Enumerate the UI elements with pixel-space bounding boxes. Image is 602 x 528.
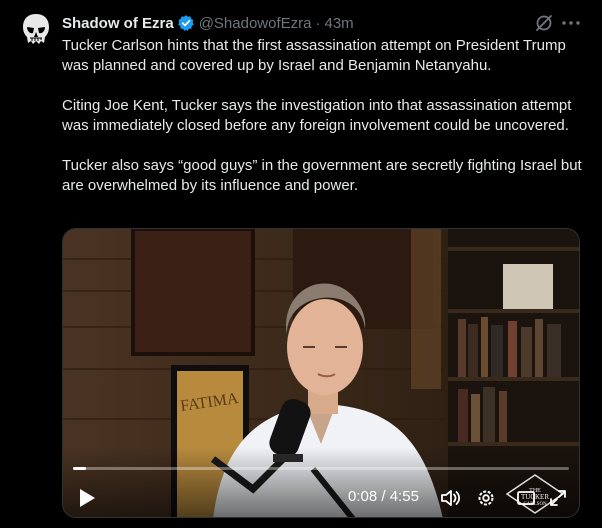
volume-icon[interactable] bbox=[439, 487, 461, 509]
video-time: 0:08 / 4:55 bbox=[348, 488, 419, 505]
author-name[interactable]: Shadow of Ezra bbox=[62, 15, 174, 32]
play-icon[interactable] bbox=[77, 487, 97, 509]
duration: 4:55 bbox=[389, 488, 419, 505]
author-handle[interactable]: @ShadowofEzra bbox=[199, 15, 312, 32]
more-icon[interactable] bbox=[560, 12, 582, 34]
separator: · bbox=[315, 14, 321, 32]
timestamp[interactable]: 43m bbox=[324, 15, 353, 32]
pip-icon[interactable] bbox=[515, 487, 537, 509]
fullscreen-icon[interactable] bbox=[547, 487, 569, 509]
current-time: 0:08 bbox=[348, 488, 378, 505]
video-player[interactable]: FATIMA 0:08 / 4:55 THE TUCKER CARLSON bbox=[62, 228, 580, 518]
progress-bar[interactable] bbox=[73, 467, 569, 470]
verified-badge-icon bbox=[177, 14, 195, 32]
tweet[interactable]: Shadow of Ezra @ShadowofEzra · 43m Tucke… bbox=[0, 0, 602, 528]
video-controls-overlay bbox=[63, 447, 579, 517]
tweet-paragraph-2: Citing Joe Kent, Tucker says the investi… bbox=[62, 97, 572, 134]
avatar[interactable] bbox=[16, 10, 56, 50]
tweet-paragraph-3: Tucker also says “good guys” in the gove… bbox=[62, 157, 582, 194]
time-separator: / bbox=[381, 488, 386, 505]
skull-avatar-icon bbox=[23, 14, 49, 44]
progress-fill bbox=[73, 467, 87, 470]
settings-icon[interactable] bbox=[475, 487, 497, 509]
grok-icon[interactable] bbox=[534, 13, 554, 33]
tweet-text: Tucker Carlson hints that the first assa… bbox=[62, 36, 582, 196]
tweet-paragraph-1: Tucker Carlson hints that the first assa… bbox=[62, 37, 566, 74]
tweet-header: Shadow of Ezra @ShadowofEzra · 43m bbox=[62, 11, 354, 35]
